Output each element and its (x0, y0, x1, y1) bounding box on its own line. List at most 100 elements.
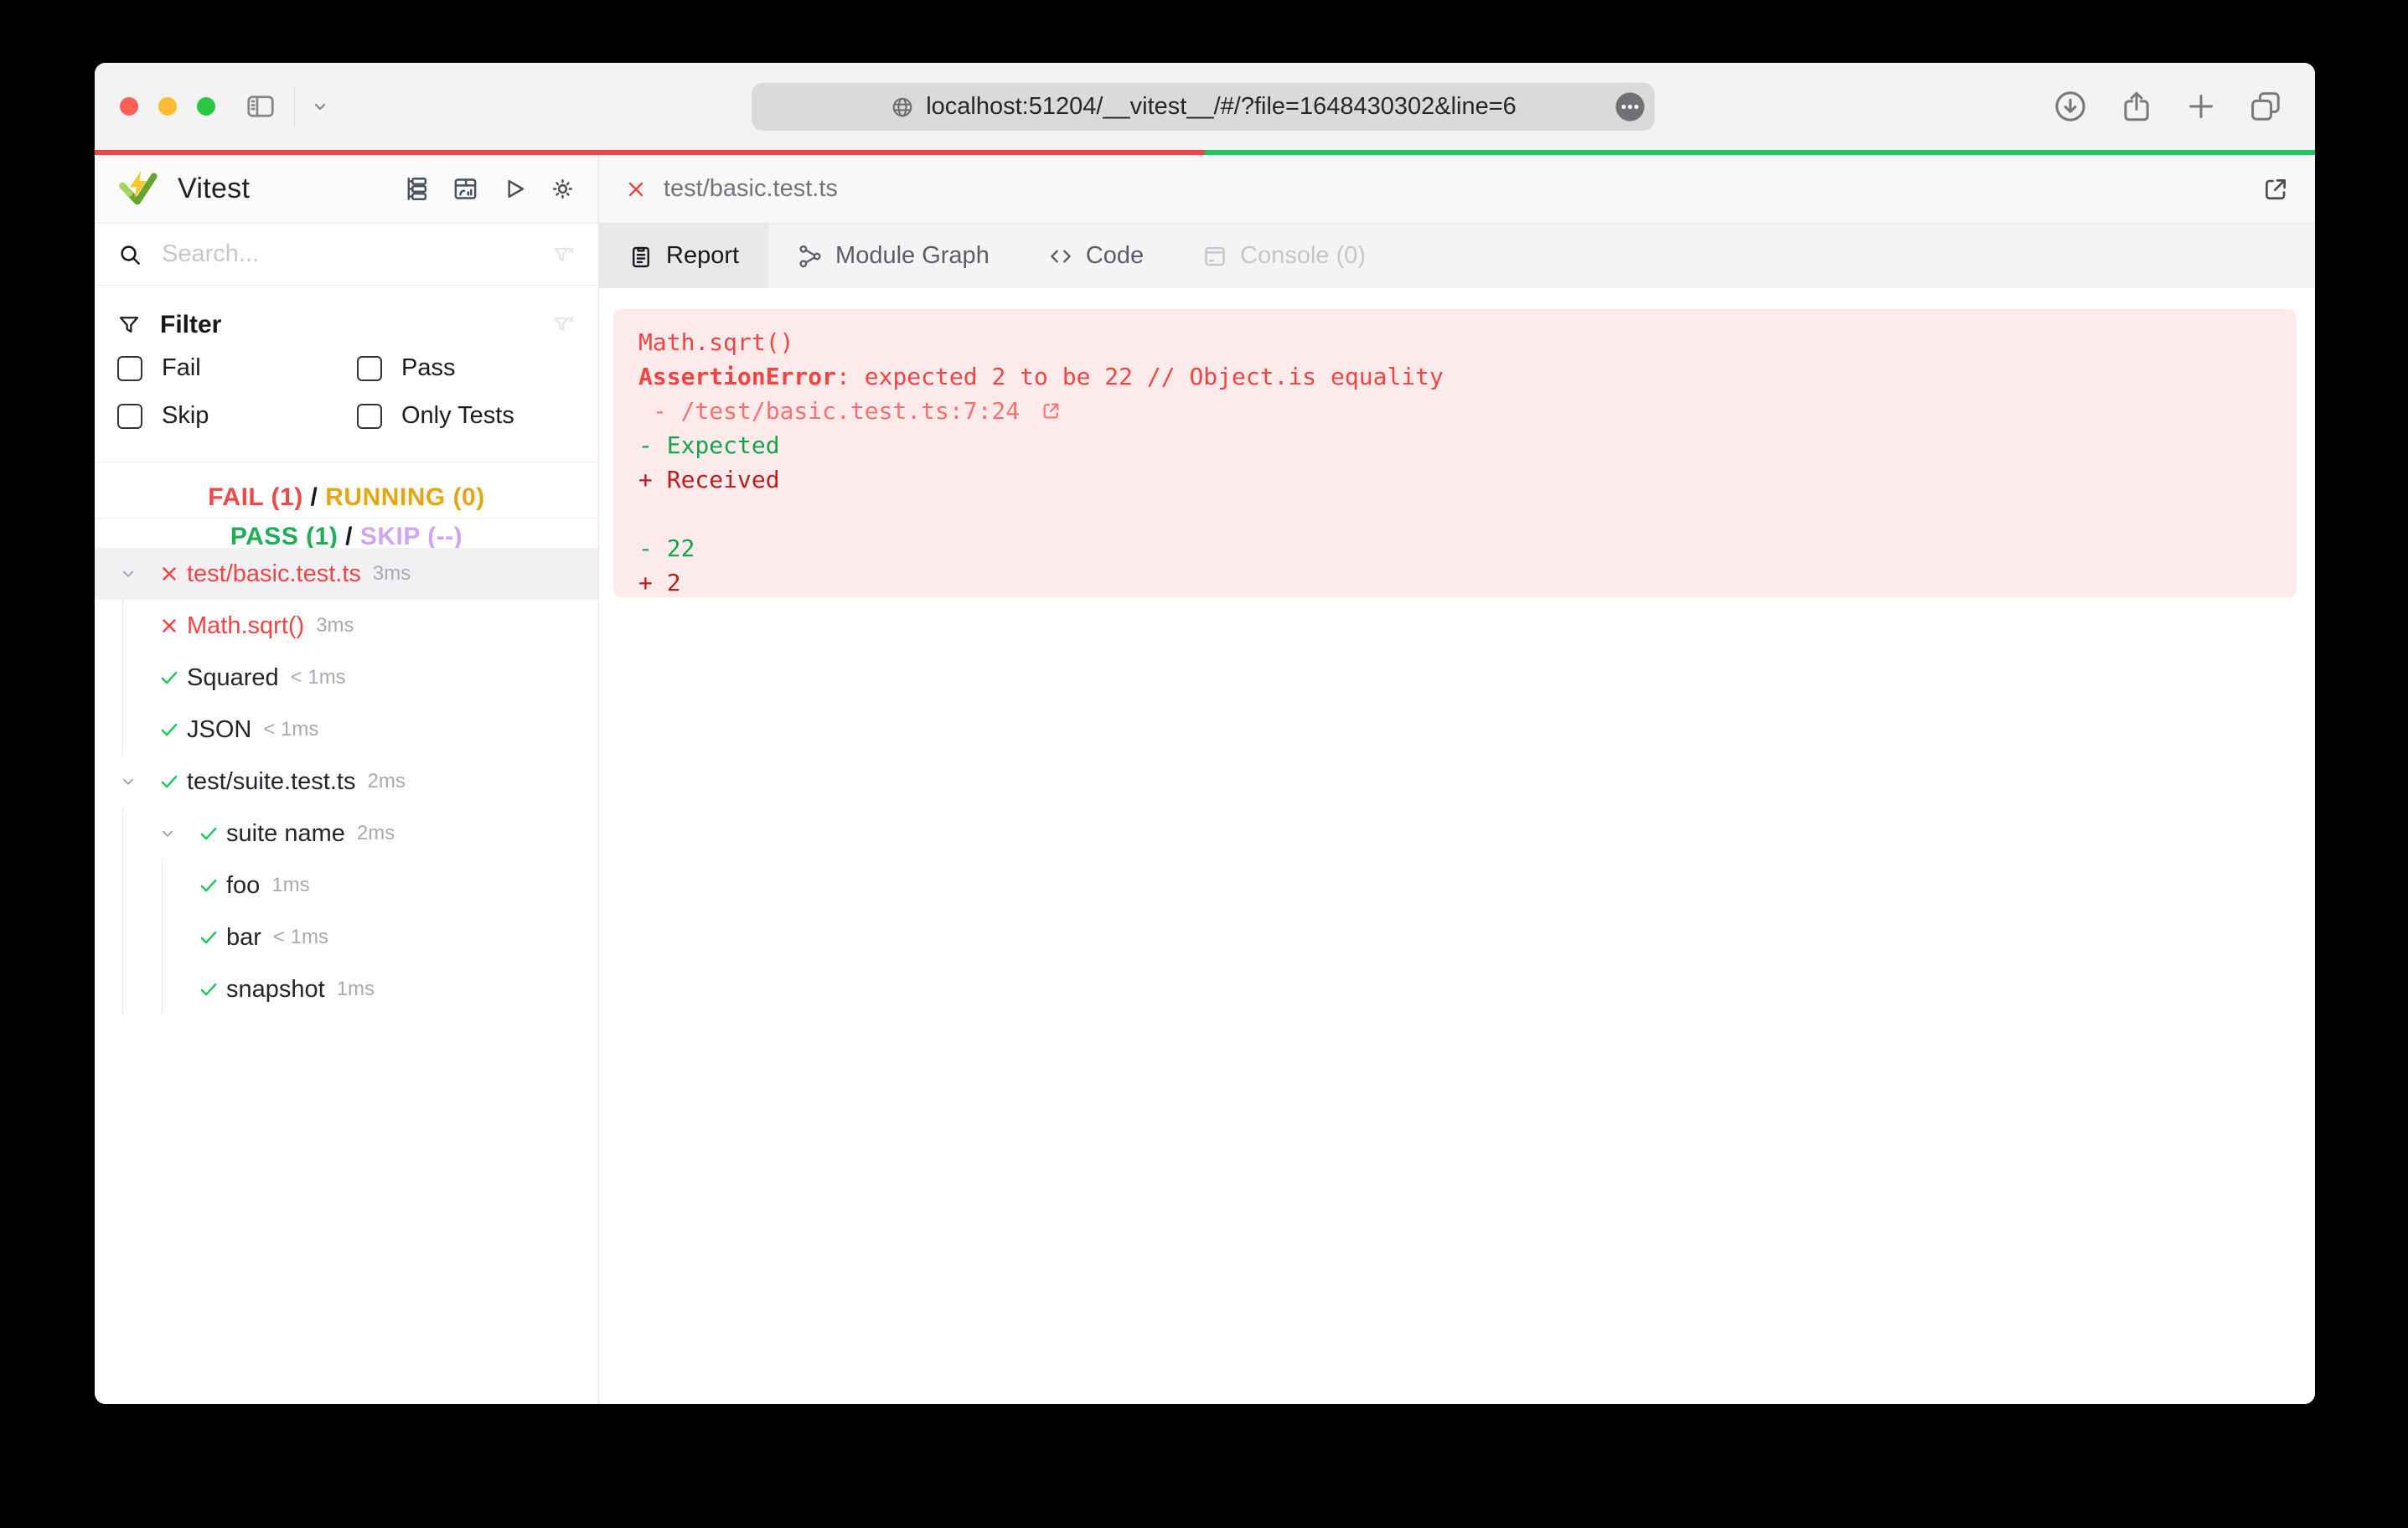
clear-filter-icon[interactable] (552, 312, 576, 336)
summary-line-1: FAIL (1) / RUNNING (0) (95, 483, 598, 512)
close-icon[interactable] (624, 178, 648, 201)
test-label: JSON (187, 715, 252, 743)
test-duration: 3ms (316, 614, 354, 637)
checkbox-label: Skip (162, 402, 209, 429)
pass-icon (158, 771, 187, 792)
clear-search-filter-icon[interactable] (552, 243, 576, 266)
chevron-down-icon[interactable] (310, 96, 330, 116)
tab-label: Console (0) (1240, 242, 1367, 269)
tab-label: Module Graph (835, 242, 990, 269)
tabs-overview-icon[interactable] (2248, 89, 2283, 124)
tree-row[interactable]: JSON < 1ms (95, 704, 598, 756)
filter-funnel-icon (117, 313, 141, 337)
chevron-down-icon[interactable] (158, 824, 198, 843)
app-title: Vitest (178, 173, 251, 204)
external-link-icon[interactable] (2261, 175, 2290, 204)
run-all-icon[interactable] (501, 176, 527, 202)
fail-icon (158, 563, 187, 585)
error-line: Math.sqrt() (638, 325, 2271, 359)
running-count: RUNNING (0) (325, 483, 485, 511)
test-label: test/basic.test.ts (187, 560, 361, 587)
test-label: snapshot (226, 975, 325, 1003)
tree-row[interactable]: test/basic.test.ts 3ms (95, 548, 598, 600)
pass-icon (158, 719, 187, 741)
code-icon (1048, 244, 1073, 269)
checkbox[interactable] (117, 355, 142, 381)
error-panel: Math.sqrt() AssertionError: expected 2 to… (613, 309, 2297, 597)
tab-label: Report (666, 242, 740, 269)
checkbox[interactable] (357, 355, 382, 381)
error-line: - 22 (638, 531, 2271, 565)
chevron-down-icon[interactable] (119, 772, 158, 791)
test-duration: 3ms (372, 562, 411, 585)
test-label: test/suite.test.ts (187, 767, 356, 795)
tree-row[interactable]: snapshot 1ms (95, 963, 598, 1015)
error-text: + Received (638, 466, 780, 493)
test-label: suite name (226, 819, 345, 847)
chevron-down-icon[interactable] (119, 565, 158, 583)
filter-title: Filter (160, 311, 222, 338)
summary-divider (95, 518, 598, 519)
filter-checkbox-skip[interactable]: Skip (117, 402, 209, 430)
zoom-window-button[interactable] (197, 97, 215, 116)
external-link-icon[interactable] (1041, 400, 1062, 421)
tree-row[interactable]: bar < 1ms (95, 911, 598, 963)
pass-icon (158, 667, 187, 689)
search-input[interactable] (160, 240, 535, 269)
search-icon (117, 242, 142, 267)
tab-report[interactable]: Report (599, 224, 769, 288)
minimize-window-button[interactable] (158, 97, 177, 116)
sidebar-actions (404, 176, 576, 202)
browser-toolbar: localhost:51204/__vitest__/#/?file=16484… (95, 63, 2315, 150)
tab-label: Code (1085, 242, 1145, 269)
download-icon[interactable] (2052, 88, 2089, 125)
test-duration: 2ms (356, 822, 395, 844)
share-icon[interactable] (2119, 89, 2154, 124)
tree-row[interactable]: Math.sqrt() 3ms (95, 600, 598, 652)
console-icon (1202, 244, 1227, 269)
error-line: + Received (638, 462, 2271, 497)
filter-checkbox-only-tests[interactable]: Only Tests (357, 402, 514, 430)
more-circle-icon[interactable] (1613, 90, 1647, 124)
fail-count: FAIL (1) (208, 483, 303, 511)
view-tabs: Report Module Graph Code Console (0) (599, 224, 2315, 288)
fail-icon (158, 615, 187, 637)
error-text: : expected 2 to be 22 // Object.is equal… (836, 363, 1444, 390)
tab-module-graph[interactable]: Module Graph (768, 224, 1019, 288)
open-file-name: test/basic.test.ts (664, 175, 838, 202)
checkbox[interactable] (117, 403, 142, 429)
test-label: bar (226, 923, 261, 951)
checkbox[interactable] (357, 403, 382, 429)
dashboard-icon[interactable] (452, 176, 478, 202)
test-label: Squared (187, 663, 279, 691)
traffic-lights (120, 97, 215, 116)
url-text: localhost:51204/__vitest__/#/?file=16484… (926, 93, 1517, 120)
tree-row[interactable]: suite name 2ms (95, 808, 598, 860)
close-window-button[interactable] (120, 97, 138, 116)
main-pane: test/basic.test.ts Report Module Graph Cod… (599, 155, 2315, 1404)
checkbox-label: Pass (401, 354, 456, 381)
pass-count: PASS (1) (230, 523, 338, 550)
error-text: - /test/basic.test.ts:7:24 (638, 397, 1035, 425)
test-duration: 2ms (367, 770, 406, 792)
tree-row[interactable]: test/suite.test.ts 2ms (95, 756, 598, 808)
skip-count: SKIP (--) (359, 523, 463, 550)
toolbar-right-actions (2052, 63, 2283, 150)
filter-checkbox-pass[interactable]: Pass (357, 354, 455, 382)
tab-console-0[interactable]: Console (0) (1173, 224, 1395, 288)
tree-row[interactable]: foo 1ms (95, 860, 598, 911)
tab-code[interactable]: Code (1019, 224, 1173, 288)
pass-icon (198, 875, 226, 896)
error-text: AssertionError (638, 363, 837, 390)
sidebar-toggle-icon[interactable] (245, 91, 276, 121)
tree-row[interactable]: Squared < 1ms (95, 652, 598, 704)
tree-list-icon[interactable] (404, 176, 430, 202)
new-tab-icon[interactable] (2184, 90, 2218, 123)
search-bar (95, 224, 598, 286)
theme-sun-icon[interactable] (550, 176, 576, 202)
module-graph-icon (798, 244, 823, 269)
checkbox-label: Fail (162, 354, 201, 381)
filter-checkbox-fail[interactable]: Fail (117, 354, 201, 382)
report-view: Math.sqrt() AssertionError: expected 2 to… (599, 288, 2315, 1404)
address-bar[interactable]: localhost:51204/__vitest__/#/?file=16484… (752, 83, 1655, 131)
